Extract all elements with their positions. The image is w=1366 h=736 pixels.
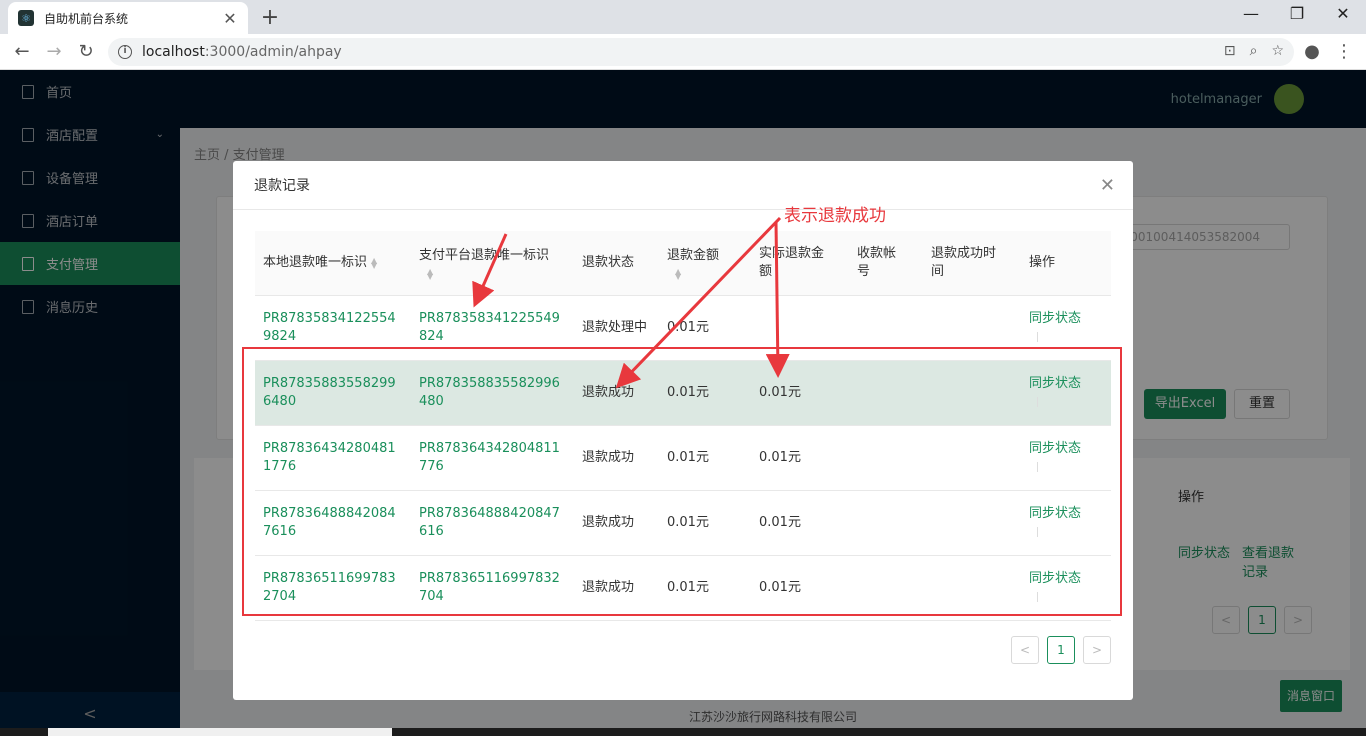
reload-icon[interactable]: ↻ (74, 40, 98, 64)
prev-page-button[interactable]: < (1011, 636, 1039, 664)
tab-title: 自助机前台系统 (44, 11, 129, 26)
browser-tab[interactable]: ⚛ 自助机前台系统 ✕ (8, 2, 248, 34)
zoom-icon[interactable]: ⌕ (1250, 43, 1258, 59)
column-header-label: 操作 (1029, 255, 1056, 270)
forward-arrow-icon[interactable]: → (42, 40, 66, 64)
browser-tabbar: ⚛ 自助机前台系统 ✕ + — ❐ ✕ (0, 0, 1366, 34)
translate-icon[interactable]: ⊡ (1224, 43, 1236, 59)
url-host: localhost (142, 44, 205, 60)
bookmark-star-icon[interactable]: ☆ (1271, 43, 1284, 59)
restore-button[interactable]: ❐ (1274, 4, 1320, 23)
sort-icon[interactable]: ▲ ▼ (427, 268, 435, 281)
new-tab-button[interactable]: + (258, 5, 282, 30)
column-header: 收款帐号 (849, 231, 923, 295)
browser-menu-icon[interactable]: ⋮ (1332, 40, 1356, 64)
close-icon[interactable]: ✕ (1100, 175, 1115, 196)
column-header: 实际退款金额 (751, 231, 849, 295)
sort-icon[interactable]: ▲ ▼ (675, 268, 683, 281)
column-header-label: 收款帐号 (857, 246, 897, 279)
url-path: :3000/admin/ahpay (204, 44, 342, 60)
column-header-label: 退款金额 (667, 248, 720, 263)
column-header[interactable]: 本地退款唯一标识 ▲ ▼ (255, 231, 411, 295)
column-header-label: 退款状态 (582, 255, 635, 270)
profile-icon[interactable]: ● (1300, 40, 1324, 64)
divider (1037, 332, 1038, 342)
back-arrow-icon[interactable]: ← (10, 40, 34, 64)
sort-icon[interactable]: ▲ ▼ (371, 257, 379, 270)
column-header: 退款状态 (574, 231, 659, 295)
column-header-label: 支付平台退款唯一标识 (419, 248, 550, 263)
app-favicon-icon: ⚛ (18, 10, 34, 26)
table-header: 本地退款唯一标识 ▲ ▼ 支付平台退款唯一标识 ▲ ▼ 退款状态 退款金额 ▲ ▼ 实际退款… (255, 231, 1111, 296)
url-field[interactable]: i localhost:3000/admin/ahpay ⊡ ⌕ ☆ (108, 38, 1294, 66)
annotation-text: 表示退款成功 (784, 206, 886, 226)
column-header-label: 退款成功时间 (931, 246, 997, 279)
modal-header: 退款记录 ✕ (233, 161, 1133, 210)
column-header: 操作 (1021, 231, 1111, 295)
site-info-icon[interactable]: i (118, 45, 132, 59)
sync-status-link[interactable]: 同步状态 (1029, 310, 1081, 328)
column-header-label: 实际退款金额 (759, 246, 825, 279)
taskbar-search[interactable] (48, 728, 392, 736)
column-header[interactable]: 支付平台退款唯一标识 ▲ ▼ (411, 231, 574, 295)
next-page-button[interactable]: > (1083, 636, 1111, 664)
page-number[interactable]: 1 (1047, 636, 1075, 664)
annotation-highlight-box (242, 347, 1122, 616)
minimize-button[interactable]: — (1228, 4, 1274, 23)
address-bar: ← → ↻ i localhost:3000/admin/ahpay ⊡ ⌕ ☆… (0, 34, 1366, 70)
column-header[interactable]: 退款金额 ▲ ▼ (659, 231, 751, 295)
tab-close-icon[interactable]: ✕ (222, 9, 238, 28)
column-header: 退款成功时间 (923, 231, 1021, 295)
modal-title: 退款记录 (254, 178, 310, 194)
column-header-label: 本地退款唯一标识 (263, 255, 368, 270)
window-close-button[interactable]: ✕ (1320, 4, 1366, 23)
